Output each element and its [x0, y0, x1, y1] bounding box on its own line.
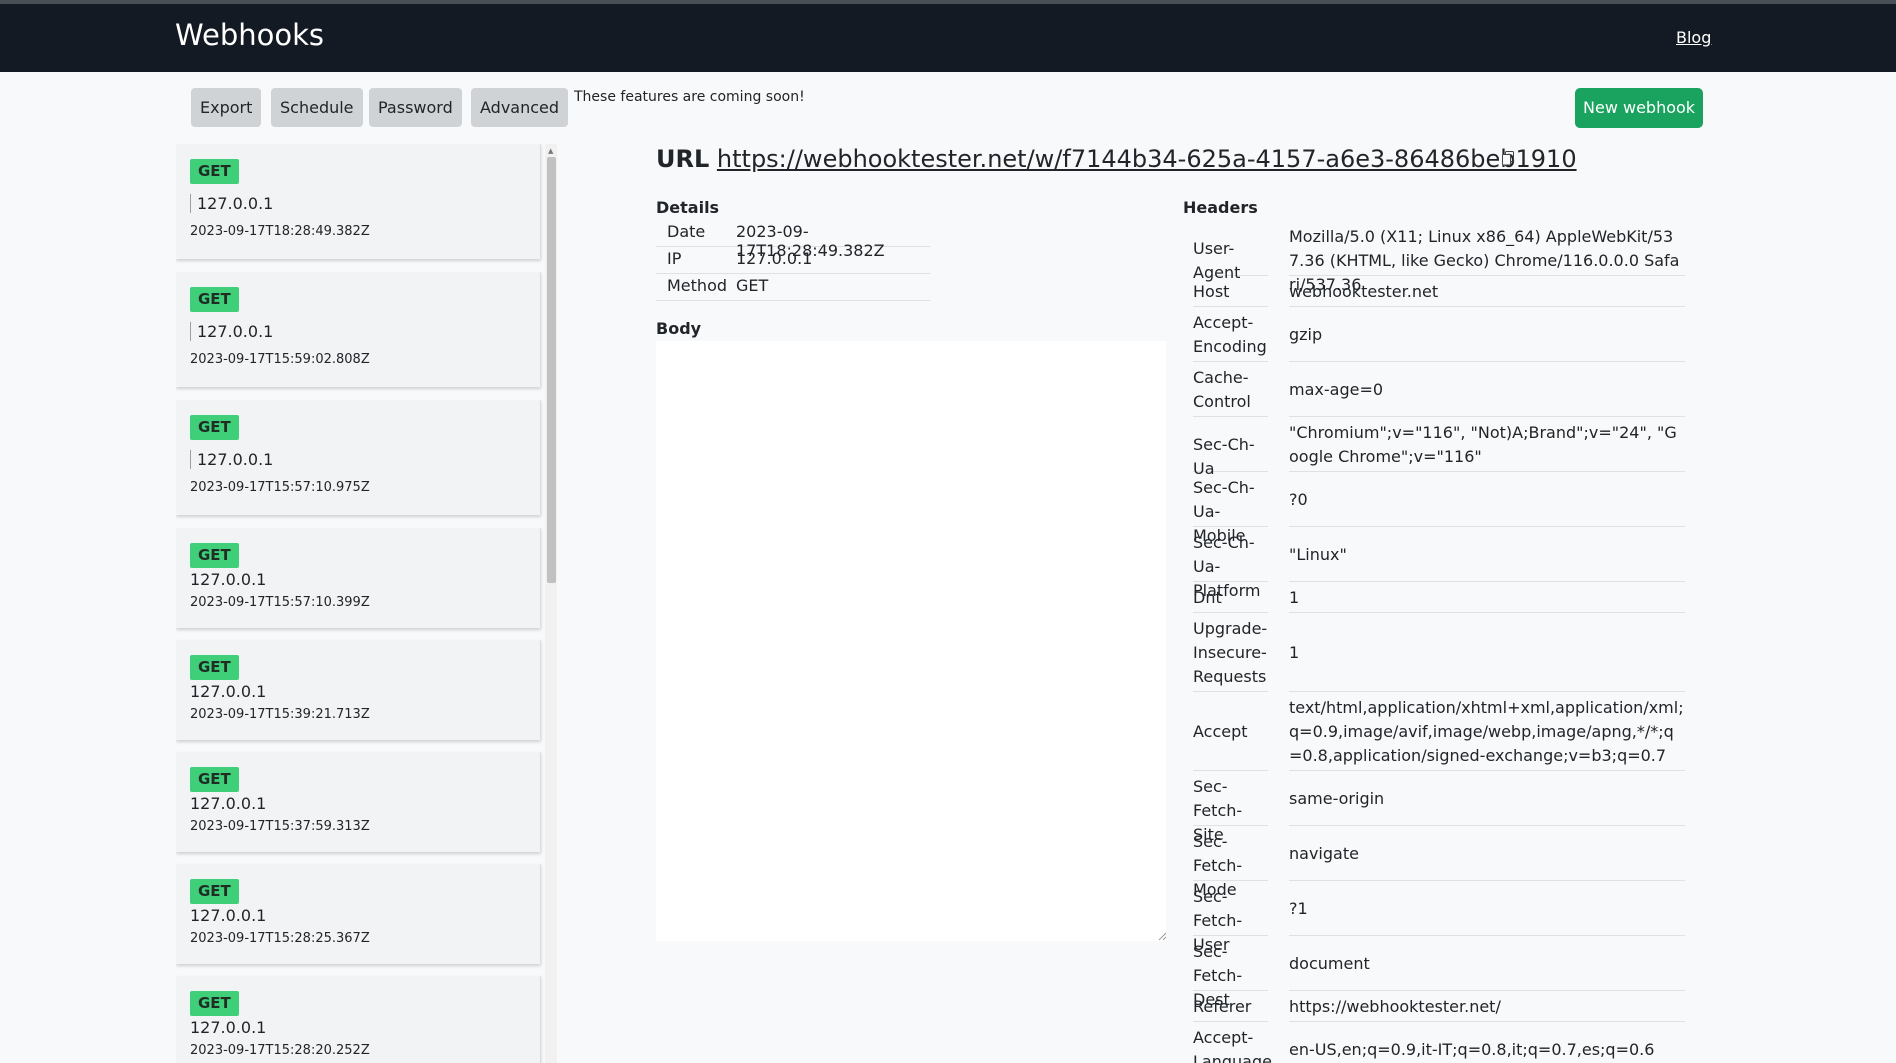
header-value: max-age=0 [1289, 378, 1685, 417]
request-list[interactable]: GET 127.0.0.1 2023-09-17T18:28:49.382Z G… [176, 144, 548, 1063]
request-time: 2023-09-17T15:39:21.713Z [190, 707, 370, 722]
header-value: webhooktester.net [1289, 280, 1685, 307]
password-button[interactable]: Password [369, 88, 462, 127]
request-time: 2023-09-17T18:28:49.382Z [190, 224, 370, 239]
details-title: Details [656, 198, 720, 217]
advanced-button[interactable]: Advanced [471, 88, 569, 127]
request-ip: 127.0.0.1 [190, 682, 267, 701]
request-ip: 127.0.0.1 [190, 322, 273, 341]
body-textarea[interactable] [656, 341, 1166, 941]
header-value: gzip [1289, 323, 1685, 362]
method-badge: GET [190, 767, 239, 792]
webhook-url-line: URL https://webhooktester.net/w/f7144b34… [656, 145, 1577, 173]
body-title: Body [656, 319, 702, 338]
new-webhook-button[interactable]: New webhook [1575, 88, 1704, 128]
details-value: GET [736, 276, 769, 295]
url-label: URL [656, 145, 710, 173]
header-value: ?0 [1289, 488, 1685, 527]
resize-handle-icon[interactable] [1157, 931, 1167, 941]
details-row-date: Date 2023-09-17T18:28:49.382Z [656, 219, 930, 260]
header-key: Sec-Ch-Ua [1193, 433, 1268, 478]
header-key: User-Agent [1193, 237, 1268, 282]
request-item[interactable]: GET 127.0.0.1 2023-09-17T18:28:49.382Z [176, 144, 541, 259]
request-ip: 127.0.0.1 [190, 794, 267, 813]
request-ip: 127.0.0.1 [190, 570, 267, 589]
request-time: 2023-09-17T15:37:59.313Z [190, 819, 370, 834]
request-time: 2023-09-17T15:28:20.252Z [190, 1043, 370, 1058]
header-key: Upgrade-Insecure-Requests [1193, 617, 1268, 692]
header-value: 1 [1289, 586, 1685, 613]
request-item[interactable]: GET 127.0.0.1 2023-09-17T15:39:21.713Z [176, 640, 541, 740]
header-row: Accept-Language en-US,en;q=0.9,it-IT;q=0… [1183, 1026, 1685, 1063]
header-key: Sec-Ch-Ua-Platform [1193, 531, 1268, 600]
request-time: 2023-09-17T15:28:25.367Z [190, 931, 370, 946]
header-value: en-US,en;q=0.9,it-IT;q=0.8,it;q=0.7,es;q… [1289, 1038, 1685, 1063]
request-time: 2023-09-17T15:59:02.808Z [190, 352, 370, 367]
brand-title[interactable]: Webhooks [175, 18, 324, 52]
details-value: 127.0.0.1 [736, 249, 813, 268]
request-item[interactable]: GET 127.0.0.1 2023-09-17T15:57:10.399Z [176, 528, 541, 628]
blog-link[interactable]: Blog [1676, 28, 1711, 47]
details-key: Method [667, 276, 728, 295]
header-value: https://webhooktester.net/ [1289, 995, 1685, 1022]
request-item[interactable]: GET 127.0.0.1 2023-09-17T15:28:20.252Z [176, 976, 541, 1063]
header-key: Sec-Fetch-Site [1193, 775, 1268, 844]
header-key: Cache-Control [1193, 366, 1268, 417]
coming-soon-note: These features are coming soon! [574, 89, 805, 105]
header-value: "Linux" [1289, 543, 1685, 582]
navbar: Webhooks Blog [0, 4, 1896, 72]
method-badge: GET [190, 655, 239, 680]
scroll-up-arrow-icon[interactable]: ▲ [548, 148, 553, 155]
webhook-url-link[interactable]: https://webhooktester.net/w/f7144b34-625… [717, 145, 1577, 173]
request-ip: 127.0.0.1 [190, 450, 273, 469]
header-value: text/html,application/xhtml+xml,applicat… [1289, 696, 1685, 771]
header-key: Accept-Encoding [1193, 311, 1268, 362]
details-row-ip: IP 127.0.0.1 [656, 246, 930, 274]
header-key: Referer [1193, 995, 1268, 1022]
method-badge: GET [190, 415, 239, 440]
method-badge: GET [190, 543, 239, 568]
method-badge: GET [190, 879, 239, 904]
copy-icon[interactable] [1502, 151, 1514, 166]
header-value: document [1289, 952, 1685, 991]
request-ip: 127.0.0.1 [190, 1018, 267, 1037]
header-key: Sec-Fetch-Dest [1193, 940, 1268, 1009]
scrollbar-thumb[interactable] [547, 157, 556, 583]
header-key: Sec-Ch-Ua-Mobile [1193, 476, 1268, 545]
header-value: navigate [1289, 842, 1685, 881]
header-key: Accept [1193, 720, 1268, 771]
request-time: 2023-09-17T15:57:10.975Z [190, 480, 370, 495]
details-row-method: Method GET [656, 273, 930, 301]
header-key: Accept-Language [1193, 1026, 1272, 1063]
method-badge: GET [190, 159, 239, 184]
header-key: Sec-Fetch-Mode [1193, 830, 1268, 899]
header-value: Mozilla/5.0 (X11; Linux x86_64) AppleWeb… [1289, 225, 1685, 294]
header-value: same-origin [1289, 787, 1685, 826]
request-item[interactable]: GET 127.0.0.1 2023-09-17T15:37:59.313Z [176, 752, 541, 852]
request-item[interactable]: GET 127.0.0.1 2023-09-17T15:57:10.975Z [176, 400, 541, 515]
method-badge: GET [190, 991, 239, 1016]
header-value: 1 [1289, 641, 1685, 692]
request-ip: 127.0.0.1 [190, 906, 267, 925]
details-key: Date [667, 222, 706, 241]
header-key: Sec-Fetch-User [1193, 885, 1268, 954]
method-badge: GET [190, 287, 239, 312]
request-item[interactable]: GET 127.0.0.1 2023-09-17T15:59:02.808Z [176, 272, 541, 387]
header-key: Host [1193, 280, 1268, 307]
request-time: 2023-09-17T15:57:10.399Z [190, 595, 370, 610]
header-value: "Chromium";v="116", "Not)A;Brand";v="24"… [1289, 421, 1685, 472]
request-item[interactable]: GET 127.0.0.1 2023-09-17T15:28:25.367Z [176, 864, 541, 964]
schedule-button[interactable]: Schedule [271, 88, 363, 127]
header-key: Dnt [1193, 586, 1268, 613]
headers-title: Headers [1183, 198, 1258, 217]
request-ip: 127.0.0.1 [190, 194, 273, 213]
header-value: ?1 [1289, 897, 1685, 936]
export-button[interactable]: Export [191, 88, 262, 127]
details-key: IP [667, 249, 682, 268]
